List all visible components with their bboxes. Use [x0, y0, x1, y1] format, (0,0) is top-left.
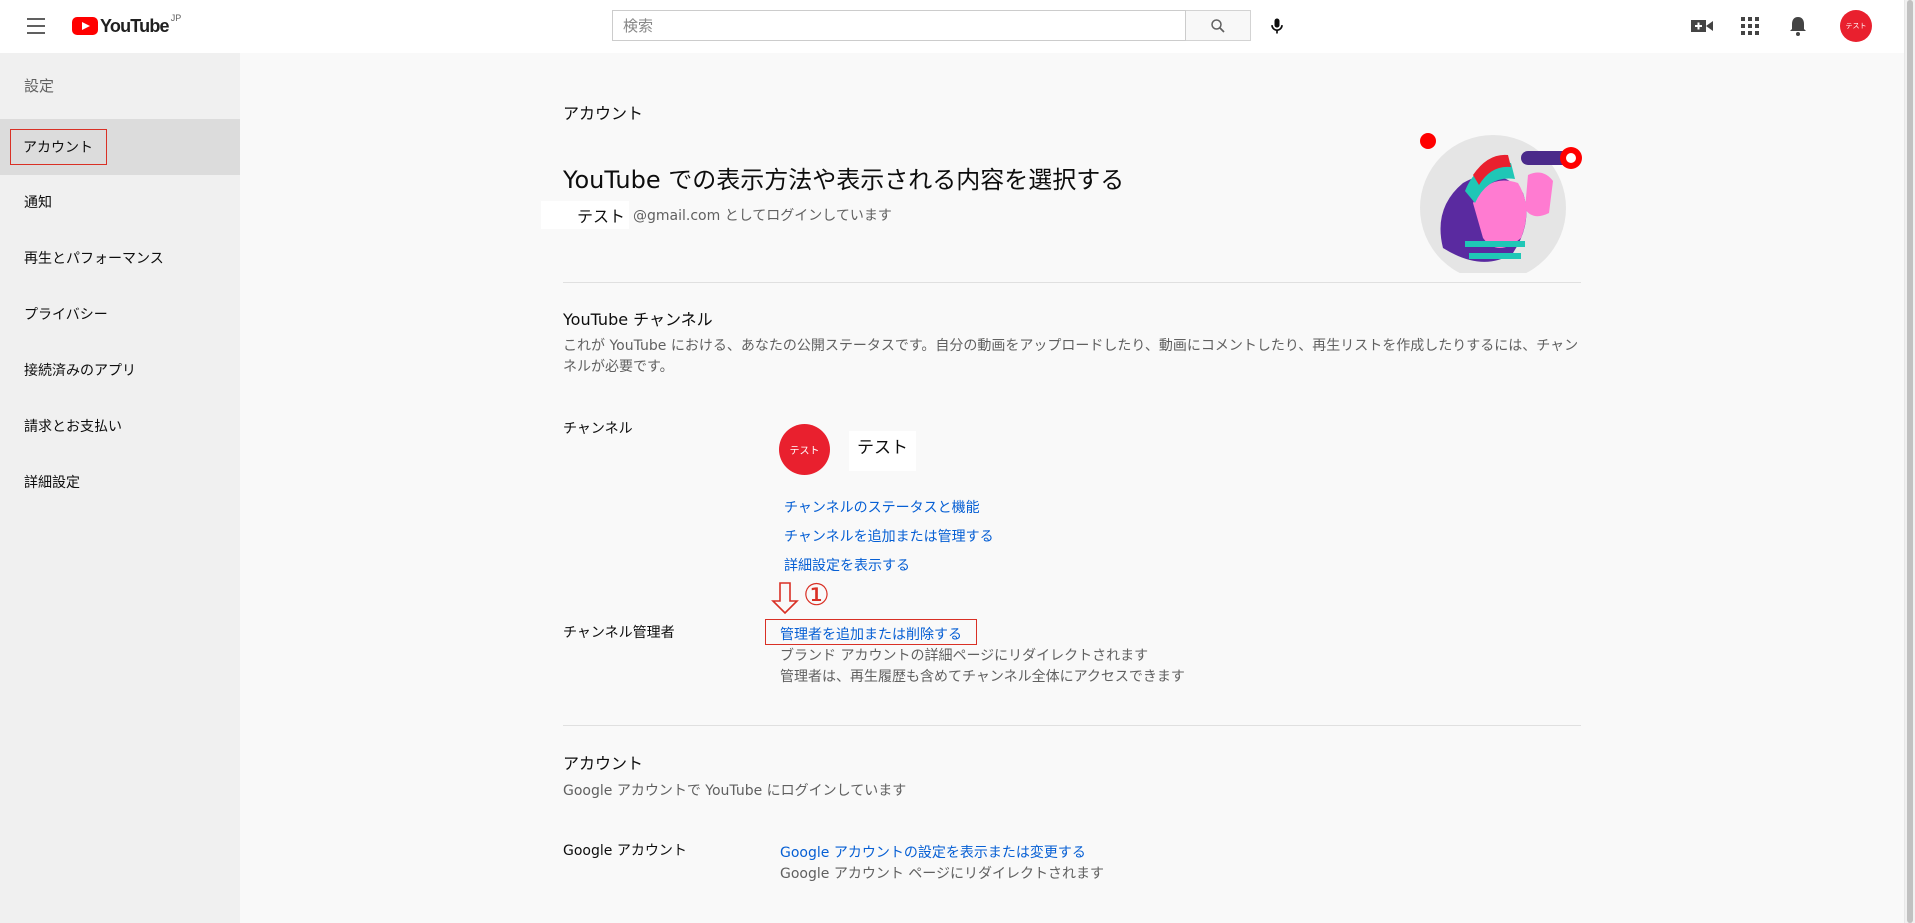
- page-scrollbar[interactable]: [1904, 0, 1915, 923]
- channel-row-label: チャンネル: [563, 421, 633, 437]
- sidebar-item-label: アカウント: [10, 129, 107, 165]
- section-divider: [563, 725, 1581, 726]
- logo-region: JP: [170, 13, 182, 23]
- page-section-label: アカウント: [563, 104, 644, 123]
- search-button[interactable]: [1186, 10, 1251, 41]
- channel-section-heading: YouTube チャンネル: [563, 310, 713, 329]
- sidebar-item-label: プライバシー: [24, 307, 108, 323]
- search-input[interactable]: [613, 11, 1185, 40]
- notifications-bell-icon: [1790, 17, 1806, 36]
- search-box: [612, 10, 1186, 41]
- channel-admin-label: チャンネル管理者: [563, 625, 675, 641]
- scrollbar-thumb[interactable]: [1907, 0, 1913, 923]
- apps-button[interactable]: [1738, 14, 1762, 38]
- manage-channels-link[interactable]: チャンネルを追加または管理する: [784, 526, 994, 546]
- login-status: テスト @gmail.com としてログインしています: [541, 201, 892, 229]
- annotation-step-number: ①: [803, 578, 830, 613]
- logo-text: YouTube: [100, 15, 170, 36]
- sidebar-item-billing[interactable]: 請求とお支払い: [0, 398, 240, 454]
- sidebar-item-label: 請求とお支払い: [24, 419, 122, 435]
- channel-name: テスト: [849, 431, 916, 471]
- sidebar-item-connected-apps[interactable]: 接続済みのアプリ: [0, 342, 240, 398]
- advanced-settings-link[interactable]: 詳細設定を表示する: [784, 555, 910, 575]
- settings-sidebar: 設定 アカウント 通知 再生とパフォーマンス プライバシー 接続済みのアプリ 請…: [0, 53, 240, 923]
- sidebar-item-label: 再生とパフォーマンス: [24, 251, 164, 267]
- sidebar-title: 設定: [24, 77, 55, 95]
- google-account-settings-link[interactable]: Google アカウントの設定を表示または変更する: [780, 842, 1086, 862]
- apps-grid-icon: [1741, 17, 1759, 35]
- top-header: YouTube JP テスト: [0, 0, 1904, 53]
- sidebar-item-privacy[interactable]: プライバシー: [0, 286, 240, 342]
- admin-note-access: 管理者は、再生履歴も含めてチャンネル全体にアクセスできます: [780, 669, 1185, 685]
- add-remove-admin-link[interactable]: 管理者を追加または削除する: [780, 624, 962, 644]
- notifications-button[interactable]: [1786, 14, 1810, 38]
- youtube-play-icon: [72, 17, 98, 35]
- sidebar-item-label: 詳細設定: [24, 475, 80, 491]
- channel-section-description: これが YouTube における、あなたの公開ステータスです。自分の動画をアップ…: [563, 338, 1579, 375]
- sidebar-item-account[interactable]: アカウント: [0, 119, 240, 175]
- admin-note-redirect: ブランド アカウントの詳細ページにリダイレクトされます: [780, 648, 1149, 664]
- login-name: テスト: [541, 201, 630, 229]
- create-video-button[interactable]: [1690, 14, 1714, 38]
- menu-icon[interactable]: [20, 14, 52, 38]
- create-video-icon: [1691, 20, 1713, 32]
- section-divider: [563, 282, 1581, 283]
- google-account-label: Google アカウント: [563, 843, 687, 859]
- mic-icon: [1271, 18, 1283, 34]
- sidebar-item-label: 接続済みのアプリ: [24, 363, 136, 379]
- channel-status-link[interactable]: チャンネルのステータスと機能: [784, 497, 980, 517]
- youtube-logo[interactable]: YouTube JP: [72, 13, 182, 38]
- binoculars-illustration: [1420, 133, 1582, 273]
- mic-button[interactable]: [1265, 14, 1289, 38]
- sidebar-item-notifications[interactable]: 通知: [0, 174, 240, 230]
- sidebar-item-playback[interactable]: 再生とパフォーマンス: [0, 230, 240, 286]
- account-section-heading: アカウント: [563, 754, 644, 773]
- account-section-description: Google アカウントで YouTube にログインしています: [563, 783, 907, 799]
- account-avatar[interactable]: テスト: [1840, 10, 1872, 42]
- search-icon: [1211, 18, 1225, 33]
- sidebar-item-label: 通知: [24, 195, 52, 211]
- annotation-arrow-down-icon: [771, 582, 799, 615]
- page-title: YouTube での表示方法や表示される内容を選択する: [563, 166, 1125, 194]
- google-account-note: Google アカウント ページにリダイレクトされます: [780, 866, 1104, 882]
- sidebar-item-advanced[interactable]: 詳細設定: [0, 454, 240, 510]
- channel-avatar: テスト: [779, 424, 830, 475]
- login-suffix: @gmail.com としてログインしています: [633, 208, 892, 224]
